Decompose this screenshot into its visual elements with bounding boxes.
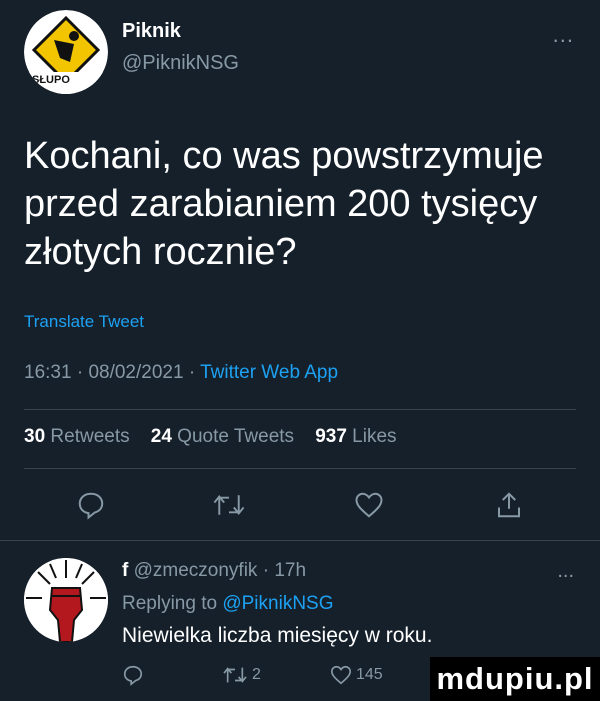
quotes-stat[interactable]: 24 Quote Tweets (151, 426, 294, 447)
retweet-button[interactable] (212, 490, 246, 525)
meta-separator: · (76, 362, 89, 383)
retweet-icon (223, 667, 247, 683)
reply-author-name[interactable]: f (122, 560, 128, 581)
reply-author-avatar[interactable] (24, 558, 108, 642)
reply-button[interactable] (76, 490, 106, 525)
tweet-source[interactable]: Twitter Web App (200, 362, 338, 383)
retweet-icon (213, 494, 245, 516)
translate-tweet-link[interactable]: Translate Tweet (24, 312, 144, 332)
tweet-date[interactable]: 08/02/2021 (88, 362, 183, 383)
raised-fist-icon (24, 558, 108, 642)
reply-like-count: 145 (356, 666, 383, 683)
author-name[interactable]: Piknik (122, 20, 181, 43)
divider (24, 409, 576, 410)
tweet-meta: 16:31 · 08/02/2021 · Twitter Web App (24, 362, 338, 384)
likes-stat[interactable]: 937 Likes (315, 426, 396, 447)
reply-like-button[interactable]: 145 (330, 664, 383, 686)
reply-retweet-count: 2 (252, 666, 261, 683)
avatar-caption: SŁUPO (32, 74, 70, 86)
author-avatar[interactable]: SŁUPO (24, 10, 108, 94)
reply-actions: 2 145 (122, 664, 442, 694)
reply-reply-button[interactable] (122, 664, 144, 691)
meta-separator: · (262, 560, 275, 581)
divider (0, 540, 600, 541)
replying-to-handle[interactable]: @PiknikNSG (222, 593, 333, 614)
share-icon (498, 492, 520, 518)
reply-time[interactable]: 17h (274, 560, 306, 581)
retweets-stat[interactable]: 30 Retweets (24, 426, 130, 447)
tweet-text: Kochani, co was powstrzymuje przed zarab… (24, 135, 544, 273)
tweet-actions (0, 490, 600, 530)
comment-icon (123, 665, 143, 686)
replying-to: Replying to @PiknikNSG (122, 593, 334, 615)
share-button[interactable] (494, 490, 524, 525)
comment-icon (78, 492, 104, 520)
replying-prefix: Replying to (122, 593, 218, 614)
tweet-time[interactable]: 16:31 (24, 362, 72, 383)
reply-retweet-button[interactable]: 2 (222, 664, 261, 686)
like-button[interactable] (354, 490, 384, 525)
more-options-button[interactable]: ... (553, 22, 574, 48)
tweet-stats: 30 Retweets 24 Quote Tweets 937 Likes (24, 426, 397, 448)
heart-icon (355, 492, 383, 518)
meta-separator: · (188, 362, 201, 383)
reply-author-handle[interactable]: @zmeczonyfik (134, 560, 258, 581)
watermark-logo: mdupiu.pl (430, 657, 600, 701)
author-handle[interactable]: @PiknikNSG (122, 52, 239, 75)
reply-header: f @zmeczonyfik · 17h (122, 560, 306, 582)
reply-more-options-button[interactable]: ... (557, 560, 574, 583)
divider (24, 468, 576, 469)
reply-text: Niewielka liczba miesięcy w roku. (122, 624, 433, 647)
heart-icon (331, 665, 351, 685)
